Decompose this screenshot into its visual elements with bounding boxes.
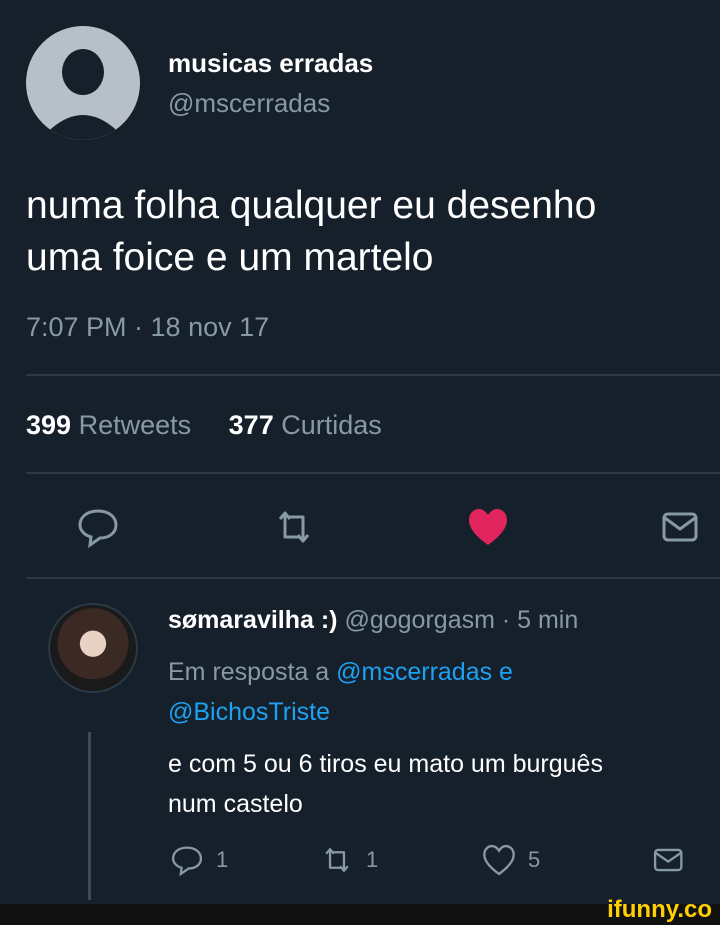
thread-line	[88, 732, 91, 900]
reply-icon	[78, 509, 118, 549]
tweet-timestamp[interactable]: 7:07 PM · 18 nov 17	[26, 312, 269, 343]
mention-link[interactable]: @mscerradas e	[336, 658, 513, 686]
mention-link[interactable]: @BichosTriste	[168, 698, 330, 726]
author-handle[interactable]: @mscerradas	[168, 88, 330, 119]
tweet-line: numa folha qualquer eu desenho	[26, 184, 597, 227]
heart-icon	[483, 844, 515, 876]
reply-author-name[interactable]: sømaravilha :)	[168, 606, 338, 634]
like-button[interactable]	[466, 505, 510, 549]
retweets-stat[interactable]: 399 Retweets	[26, 410, 191, 440]
heart-icon	[469, 509, 507, 545]
default-avatar-icon	[40, 49, 126, 140]
tweet-text: numa folha qualquer eu desenho uma foice…	[26, 180, 720, 284]
divider	[26, 374, 720, 376]
message-icon	[653, 848, 683, 872]
reply-line: e com 5 ou 6 tiros eu mato um burguês	[168, 750, 603, 778]
reply-count: 1	[216, 847, 229, 872]
tweet-line: uma foice e um martelo	[26, 236, 434, 279]
divider	[26, 472, 720, 474]
likes-stat[interactable]: 377 Curtidas	[229, 410, 382, 440]
reply-reply-button[interactable]: 1	[170, 842, 228, 878]
like-count: 5	[528, 847, 541, 872]
reply-like-button[interactable]: 5	[482, 842, 540, 878]
divider	[26, 577, 720, 579]
retweet-count: 1	[366, 847, 379, 872]
reply-line: num castelo	[168, 790, 303, 818]
retweet-button[interactable]	[272, 505, 316, 549]
retweet-icon	[325, 848, 349, 872]
reply-message-button[interactable]	[652, 842, 686, 878]
retweets-label: Retweets	[78, 410, 192, 440]
message-icon	[662, 512, 698, 542]
author-avatar[interactable]	[26, 26, 140, 140]
ifunny-watermark: ifunny.co	[607, 896, 712, 923]
author-name[interactable]: musicas erradas	[168, 48, 373, 79]
reply-context: Em resposta a @mscerradas e @BichosTrist…	[168, 652, 513, 732]
likes-count: 377	[228, 410, 274, 440]
reply-context-prefix: Em resposta a	[168, 658, 330, 686]
reply-header: sømaravilha :) @gogorgasm · 5 min	[168, 606, 578, 635]
retweets-count: 399	[26, 410, 72, 440]
retweet-icon	[278, 511, 310, 543]
reply-handle-time[interactable]: @gogorgasm · 5 min	[344, 606, 578, 634]
likes-label: Curtidas	[281, 410, 382, 440]
reply-button[interactable]	[76, 505, 120, 549]
message-button[interactable]	[660, 505, 704, 549]
tweet-stats: 399 Retweets 377 Curtidas	[26, 410, 382, 441]
reply-icon	[171, 846, 203, 877]
reply-avatar[interactable]	[48, 603, 138, 693]
reply-retweet-button[interactable]: 1	[320, 842, 378, 878]
reply-text: e com 5 ou 6 tiros eu mato um burguês nu…	[168, 744, 720, 824]
